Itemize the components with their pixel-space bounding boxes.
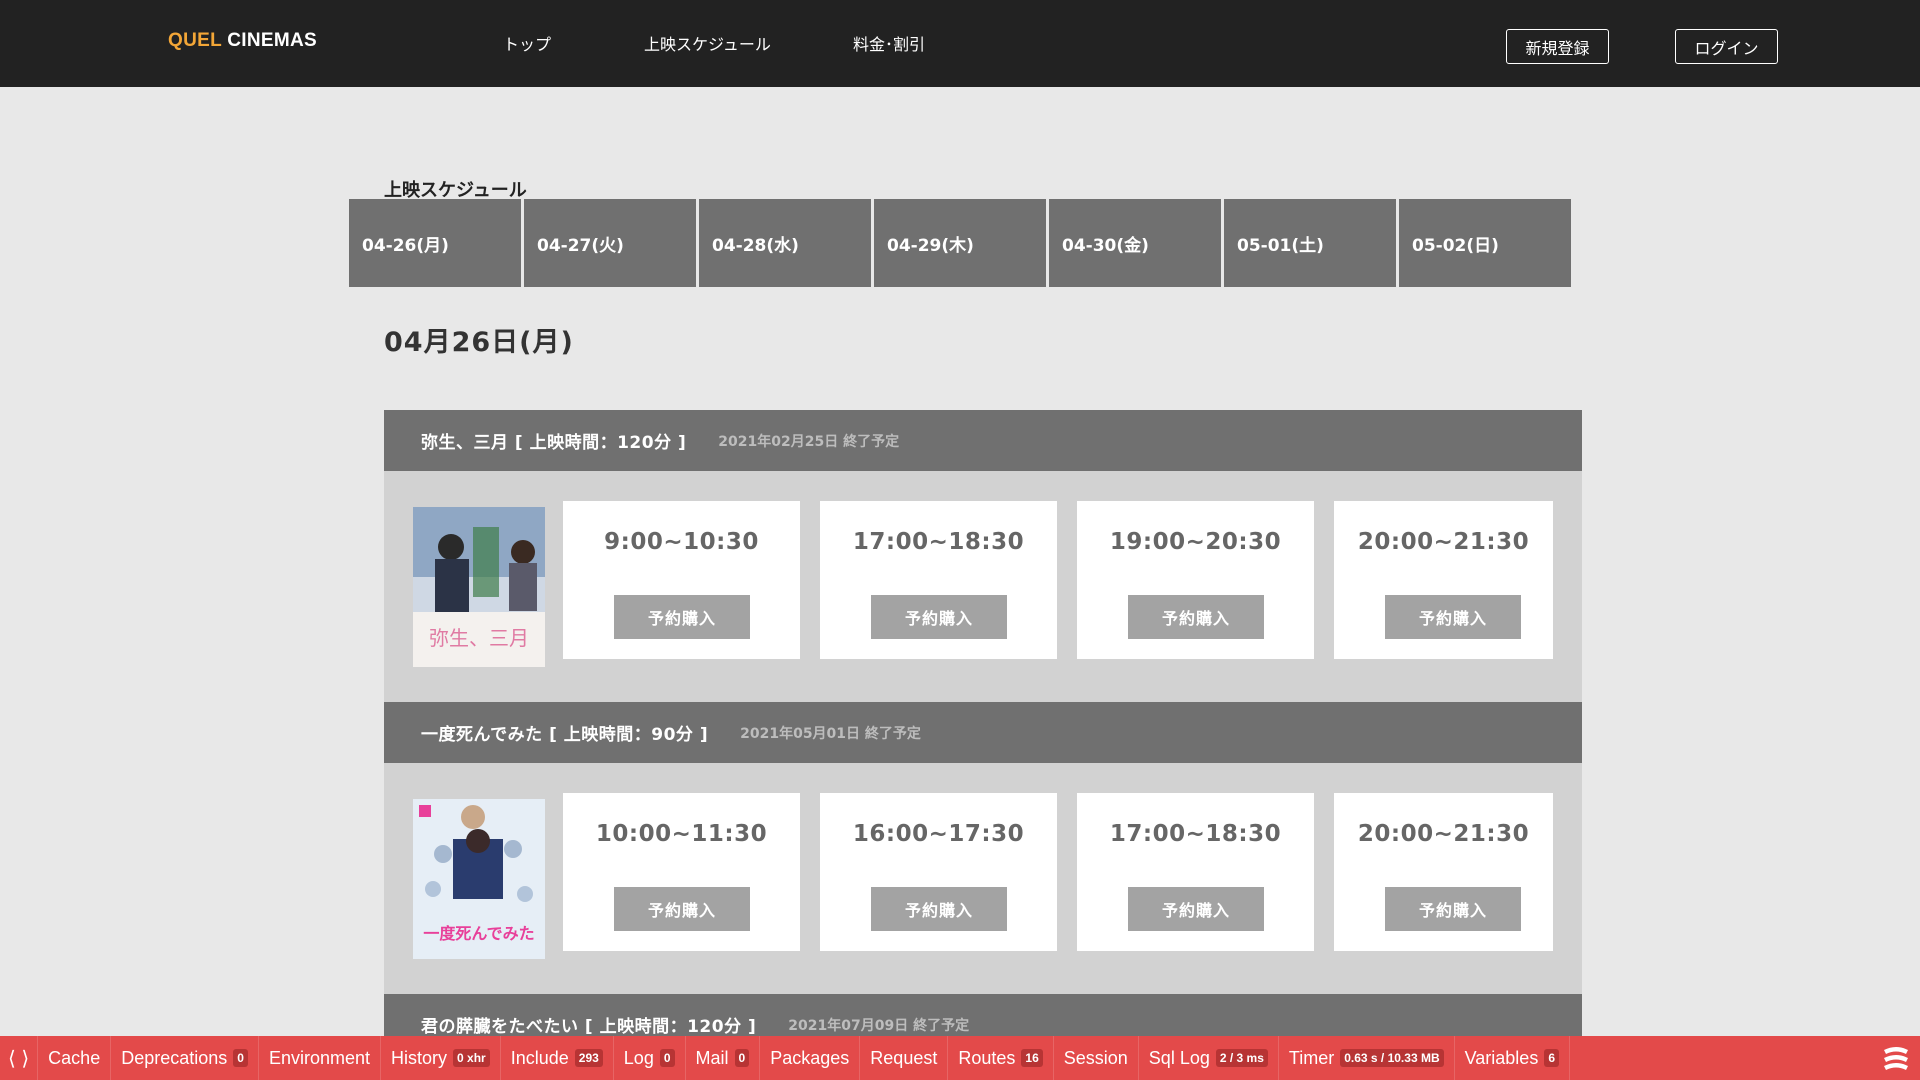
debug-mail[interactable]: Mail 0 <box>686 1036 761 1080</box>
movie-end-date: 2021年02月25日 終了予定 <box>718 433 900 450</box>
showtime-card: 19:00~20:30 予約購入 <box>1077 501 1314 659</box>
showtime-time: 10:00~11:30 <box>595 821 768 847</box>
movie-title: 弥生、三月 [ 上映時間：120分 ] <box>421 433 687 453</box>
showtime-card: 9:00~10:30 予約購入 <box>563 501 800 659</box>
nav-schedule[interactable]: 上映スケジュール <box>644 31 771 55</box>
date-tab[interactable]: 04-26(月) <box>349 199 521 287</box>
showtime-card: 16:00~17:30 予約購入 <box>820 793 1057 951</box>
movie-poster[interactable]: 一度死んでみた <box>413 799 545 959</box>
site-header: QUEL CINEMAS トップ 上映スケジュール 料金･割引 新規登録 ログイ… <box>0 0 1920 87</box>
movie-title: 君の膵臓をたべたい [ 上映時間：120分 ] <box>421 1017 757 1037</box>
debug-variables[interactable]: Variables 6 <box>1455 1036 1571 1080</box>
date-tab[interactable]: 04-30(金) <box>1049 199 1221 287</box>
debug-prev-next[interactable]: ⟨ ⟩ <box>0 1036 39 1080</box>
date-tab[interactable]: 04-27(火) <box>524 199 696 287</box>
showtime-time: 17:00~18:30 <box>1109 821 1282 847</box>
debug-routes[interactable]: Routes 16 <box>948 1036 1054 1080</box>
movie-showtimes: 一度死んでみた 10:00~11:30 予約購入 16:00~17:30 予約購… <box>384 763 1582 994</box>
showtime-time: 19:00~20:30 <box>1109 529 1282 555</box>
showtime-card: 17:00~18:30 予約購入 <box>820 501 1057 659</box>
movie-title: 一度死んでみた [ 上映時間：90分 ] <box>421 725 709 745</box>
debug-log[interactable]: Log 0 <box>614 1036 686 1080</box>
reserve-button[interactable]: 予約購入 <box>1128 887 1264 931</box>
date-tab[interactable]: 05-02(日) <box>1399 199 1571 287</box>
showtime-time: 9:00~10:30 <box>604 529 759 555</box>
movie-showtimes: 弥生、三月 9:00~10:30 予約購入 17:00~18:30 予約購入 1… <box>384 471 1582 702</box>
showtime-card: 10:00~11:30 予約購入 <box>563 793 800 951</box>
debug-sql-log[interactable]: Sql Log 2 / 3 ms <box>1139 1036 1279 1080</box>
movie-poster[interactable]: 弥生、三月 <box>413 507 545 667</box>
reserve-button[interactable]: 予約購入 <box>1385 887 1521 931</box>
debug-request[interactable]: Request <box>860 1036 949 1080</box>
reserve-button[interactable]: 予約購入 <box>871 595 1007 639</box>
date-tabs: 04-26(月) 04-27(火) 04-28(水) 04-29(木) 04-3… <box>349 199 1574 287</box>
showtime-time: 16:00~17:30 <box>852 821 1025 847</box>
poster-title-text: 弥生、三月 <box>429 626 529 650</box>
reserve-button[interactable]: 予約購入 <box>871 887 1007 931</box>
showtime-card: 20:00~21:30 予約購入 <box>1334 793 1553 951</box>
reserve-button[interactable]: 予約購入 <box>614 595 750 639</box>
debug-timer[interactable]: Timer 0.63 s / 10.33 MB <box>1279 1036 1455 1080</box>
movie-end-date: 2021年07月09日 終了予定 <box>788 1017 970 1034</box>
selected-date-heading: 04月26日(月) <box>384 327 574 358</box>
debug-toolbar: ⟨ ⟩ Cache Deprecations 0 Environment Hist… <box>0 1036 1920 1080</box>
reserve-button[interactable]: 予約購入 <box>1128 595 1264 639</box>
movie-header: 弥生、三月 [ 上映時間：120分 ] 2021年02月25日 終了予定 <box>384 410 1582 471</box>
debug-session[interactable]: Session <box>1054 1036 1139 1080</box>
showtime-card: 17:00~18:30 予約購入 <box>1077 793 1314 951</box>
showtime-time: 20:00~21:30 <box>1357 529 1530 555</box>
showtime-card: 20:00~21:30 予約購入 <box>1334 501 1553 659</box>
debug-environment[interactable]: Environment <box>259 1036 382 1080</box>
date-tab[interactable]: 04-29(木) <box>874 199 1046 287</box>
movie-header: 一度死んでみた [ 上映時間：90分 ] 2021年05月01日 終了予定 <box>384 702 1582 763</box>
nav-pricing[interactable]: 料金･割引 <box>853 31 925 55</box>
debugbar-logo-icon[interactable] <box>1880 1044 1912 1072</box>
debug-history[interactable]: History 0 xhr <box>381 1036 501 1080</box>
showtime-time: 17:00~18:30 <box>852 529 1025 555</box>
date-tab[interactable]: 04-28(水) <box>699 199 871 287</box>
logo-part1: QUEL <box>168 30 222 51</box>
movie-end-date: 2021年05月01日 終了予定 <box>740 725 921 742</box>
poster-title-text: 一度死んでみた <box>423 924 534 943</box>
debug-deprecations[interactable]: Deprecations 0 <box>111 1036 259 1080</box>
debug-cache[interactable]: Cache <box>38 1036 112 1080</box>
reserve-button[interactable]: 予約購入 <box>1385 595 1521 639</box>
reserve-button[interactable]: 予約購入 <box>614 887 750 931</box>
debug-packages[interactable]: Packages <box>760 1036 861 1080</box>
debug-include[interactable]: Include 293 <box>501 1036 614 1080</box>
logo-part2: CINEMAS <box>227 30 317 51</box>
site-logo[interactable]: QUEL CINEMAS <box>168 30 317 52</box>
register-button[interactable]: 新規登録 <box>1506 29 1609 64</box>
nav-top[interactable]: トップ <box>503 31 551 55</box>
login-button[interactable]: ログイン <box>1675 29 1778 64</box>
showtime-time: 20:00~21:30 <box>1357 821 1530 847</box>
date-tab[interactable]: 05-01(土) <box>1224 199 1396 287</box>
